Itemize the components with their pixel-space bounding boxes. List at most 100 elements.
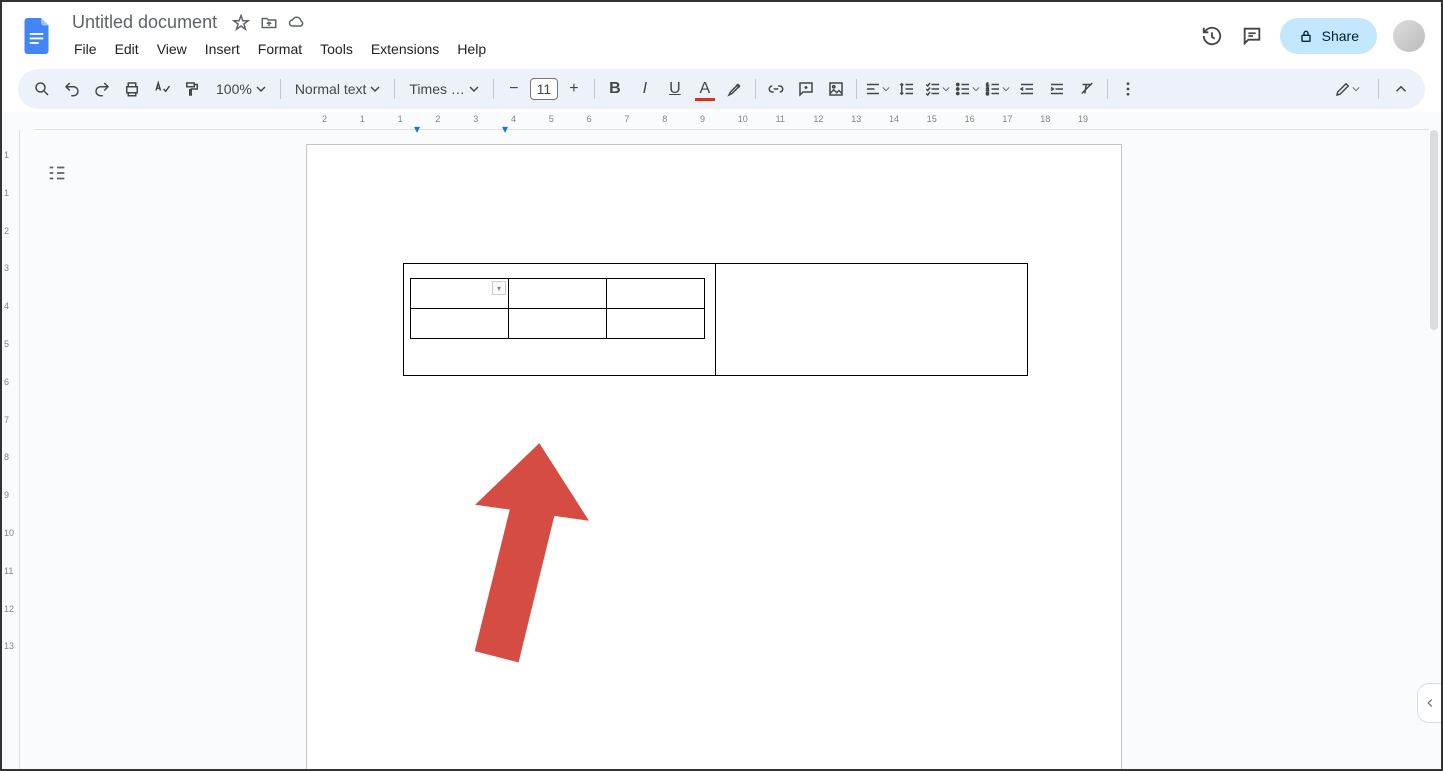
share-label: Share [1322,28,1359,44]
vertical-scrollbar[interactable] [1430,130,1438,769]
bold-button[interactable]: B [601,75,629,103]
insert-image-icon[interactable] [822,75,850,103]
ruler-tick: 3 [473,114,478,124]
page[interactable]: ▾ [306,144,1122,769]
history-icon[interactable] [1200,24,1224,48]
docs-logo-icon[interactable] [18,16,58,56]
menu-edit[interactable]: Edit [107,37,147,61]
underline-button[interactable]: U [661,75,689,103]
menu-tools[interactable]: Tools [312,37,361,61]
align-dropdown[interactable] [863,75,891,103]
ruler-tick: 16 [965,114,975,124]
outer-table[interactable]: ▾ [403,263,1028,376]
separator [394,79,395,99]
collapse-toolbar-icon[interactable] [1387,75,1415,103]
ruler-tick: 10 [738,114,748,124]
header-right: Share [1200,18,1425,54]
separator [280,79,281,99]
ruler-tick: 18 [1040,114,1050,124]
separator [493,79,494,99]
separator [1107,79,1108,99]
inner-cell-2-2[interactable] [509,309,607,339]
inner-table[interactable]: ▾ [410,278,705,339]
outer-cell-1[interactable]: ▾ [404,264,716,376]
redo-icon[interactable] [88,75,116,103]
menu-extensions[interactable]: Extensions [363,37,447,61]
more-icon[interactable] [1114,75,1142,103]
cloud-status-icon[interactable] [287,13,307,33]
inner-cell-1-3[interactable] [607,279,705,309]
numbered-list-icon[interactable]: 123 [983,75,1011,103]
zoom-dropdown[interactable]: 100% [208,81,274,97]
move-icon[interactable] [259,13,279,33]
document-area[interactable]: ▾ [34,130,1429,769]
ruler-tick: 6 [4,377,9,387]
ruler-tick: 5 [4,339,9,349]
line-spacing-icon[interactable] [893,75,921,103]
inner-cell-2-3[interactable] [607,309,705,339]
document-title[interactable]: Untitled document [66,10,223,35]
ruler-tick: 11 [776,114,785,124]
italic-button[interactable]: I [631,75,659,103]
scrollbar-thumb[interactable] [1430,130,1438,330]
font-size-input[interactable] [530,78,558,100]
bullet-list-icon[interactable] [953,75,981,103]
ruler-tick: 15 [927,114,937,124]
undo-icon[interactable] [58,75,86,103]
svg-text:3: 3 [986,91,989,96]
title-area: Untitled document File Edit View Insert … [66,10,1192,61]
menu-insert[interactable]: Insert [197,37,248,61]
menu-view[interactable]: View [149,37,195,61]
add-comment-icon[interactable] [792,75,820,103]
increase-font-size[interactable]: + [560,75,588,103]
toolbar-right [1324,75,1415,103]
share-button[interactable]: Share [1280,18,1377,54]
print-icon[interactable] [118,75,146,103]
star-icon[interactable] [231,13,251,33]
ruler-tick: 12 [813,114,823,124]
ruler-tick: 9 [4,490,9,500]
vertical-ruler[interactable]: 112345678910111213 [2,130,20,769]
search-icon[interactable] [28,75,56,103]
annotation-arrow-icon [454,442,614,672]
inner-cell-1-1[interactable]: ▾ [411,279,509,309]
comments-icon[interactable] [1240,24,1264,48]
ruler-tick: 11 [4,566,13,576]
ruler-tick: 8 [662,114,667,124]
inner-cell-2-1[interactable] [411,309,509,339]
ruler-tick: 14 [889,114,899,124]
text-color-button[interactable]: A [691,75,719,103]
ruler-tick: 10 [4,528,14,538]
ruler-tick: 7 [624,114,629,124]
ruler-tick: 5 [549,114,554,124]
paragraph-style-dropdown[interactable]: Normal text [287,81,389,97]
menu-file[interactable]: File [66,37,105,61]
title-row: Untitled document [66,10,1192,35]
ruler-tick: 2 [322,114,327,124]
decrease-indent-icon[interactable] [1013,75,1041,103]
ruler-tick: 1 [4,188,9,198]
menu-format[interactable]: Format [250,37,310,61]
highlight-button[interactable] [721,75,749,103]
separator [755,79,756,99]
decrease-font-size[interactable]: − [500,75,528,103]
ruler-tick: 2 [4,226,9,236]
editing-mode-dropdown[interactable] [1324,75,1370,103]
lock-icon [1298,28,1314,44]
insert-link-icon[interactable] [762,75,790,103]
spellcheck-icon[interactable] [148,75,176,103]
checklist-icon[interactable] [923,75,951,103]
increase-indent-icon[interactable] [1043,75,1071,103]
workspace: 2112345678910111213141516171819 ▾ ▾ 1123… [2,112,1441,769]
horizontal-ruler[interactable]: 2112345678910111213141516171819 ▾ ▾ [34,112,1429,130]
cell-options-icon[interactable]: ▾ [492,281,506,295]
clear-formatting-icon[interactable] [1073,75,1101,103]
paint-format-icon[interactable] [178,75,206,103]
inner-cell-1-2[interactable] [509,279,607,309]
side-panel-toggle[interactable] [1417,683,1441,723]
separator [856,79,857,99]
account-avatar[interactable] [1393,20,1425,52]
font-dropdown[interactable]: Times … [401,81,486,97]
menu-help[interactable]: Help [449,37,494,61]
outer-cell-2[interactable] [716,264,1028,376]
